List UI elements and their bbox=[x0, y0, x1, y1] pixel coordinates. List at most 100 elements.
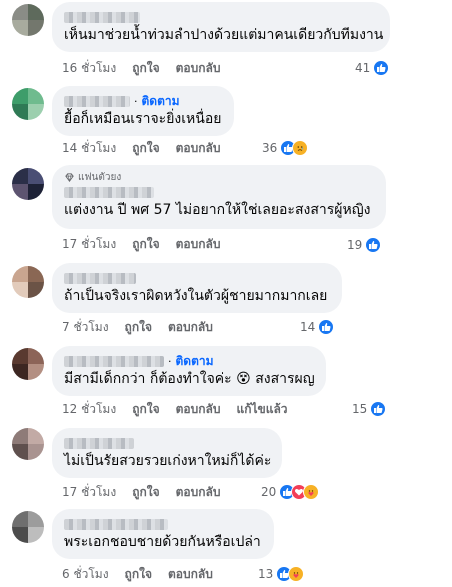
commenter-name-row[interactable] bbox=[64, 9, 378, 26]
comment-bubble: · ติดตาม มีสามีเด็กกว่า ก็ต้องทำใจค่ะ 😵 … bbox=[52, 346, 326, 396]
reaction-icons bbox=[280, 140, 309, 156]
diamond-icon bbox=[65, 173, 74, 182]
comment-text: ถ้าเป็นจริงเราผิดหวังในตัวผู้ชายมากมากเล… bbox=[64, 288, 328, 304]
reaction-icons bbox=[373, 60, 390, 76]
like-link[interactable]: ถูกใจ bbox=[125, 565, 152, 584]
reaction-count: 15 bbox=[352, 402, 368, 416]
reaction-count: 20 bbox=[261, 485, 277, 499]
reaction-summary[interactable]: 20 bbox=[261, 483, 320, 501]
avatar-pixel bbox=[28, 527, 44, 543]
reaction-count: 14 bbox=[300, 320, 316, 334]
avatar-pixel bbox=[28, 364, 44, 380]
avatar-pixel bbox=[12, 20, 28, 36]
avatar[interactable] bbox=[12, 428, 44, 460]
commenter-name-redacted[interactable] bbox=[64, 519, 168, 530]
commenter-name-redacted[interactable] bbox=[64, 187, 154, 198]
avatar[interactable] bbox=[12, 266, 44, 298]
reply-link[interactable]: ตอบกลับ bbox=[176, 483, 221, 502]
avatar-pixel bbox=[28, 168, 44, 184]
comment-actions: 12 ชั่วโมง ถูกใจ ตอบกลับ แก้ไขแล้ว bbox=[62, 401, 288, 417]
sad-reaction-icon bbox=[292, 140, 309, 156]
comment-time[interactable]: 7 ชั่วโมง bbox=[62, 318, 109, 337]
commenter-name-redacted[interactable] bbox=[64, 356, 164, 367]
comment-time[interactable]: 14 ชั่วโมง bbox=[62, 139, 116, 158]
reply-link[interactable]: ตอบกลับ bbox=[176, 59, 221, 78]
reply-link[interactable]: ตอบกลับ bbox=[168, 318, 213, 337]
avatar-pixel bbox=[28, 428, 44, 444]
reaction-summary[interactable]: 15 bbox=[352, 400, 387, 418]
reply-link[interactable]: ตอบกลับ bbox=[176, 235, 221, 254]
commenter-name-row[interactable]: · ติดตาม bbox=[64, 93, 222, 110]
comment-time[interactable]: 16 ชั่วโมง bbox=[62, 59, 116, 78]
commenter-name-redacted[interactable] bbox=[64, 96, 130, 107]
comment-time[interactable]: 6 ชั่วโมง bbox=[62, 565, 109, 584]
reaction-count: 36 bbox=[262, 141, 278, 155]
avatar-pixel bbox=[12, 4, 28, 20]
avatar-pixel bbox=[12, 104, 28, 120]
comment-text: ยื้อก็เหมือนเราจะยิ่งเหนื่อย bbox=[64, 111, 222, 127]
comment-time[interactable]: 17 ชั่วโมง bbox=[62, 483, 116, 502]
reaction-count: 41 bbox=[355, 61, 371, 75]
commenter-name-row[interactable] bbox=[64, 184, 374, 201]
comment-actions: 7 ชั่วโมง ถูกใจ ตอบกลับ bbox=[62, 319, 213, 335]
avatar[interactable] bbox=[12, 4, 44, 36]
comment-bubble: แฟนตัวยง แต่งงาน ปี พศ 57 ไม่อยากให้ใช่เ… bbox=[52, 165, 386, 229]
avatar[interactable] bbox=[12, 168, 44, 200]
commenter-name-row[interactable]: · ติดตาม bbox=[64, 353, 314, 370]
avatar-pixel bbox=[12, 282, 28, 298]
comment-bubble: ไม่เป็นรัยสวยรวยเก่งหาใหม่ก็ได้ค่ะ bbox=[52, 428, 282, 478]
reaction-summary[interactable]: 41 bbox=[355, 59, 390, 77]
avatar-pixel bbox=[28, 88, 44, 104]
reaction-icons bbox=[318, 319, 335, 335]
commenter-name-row[interactable] bbox=[64, 270, 330, 287]
avatar-pixel bbox=[12, 168, 28, 184]
avatar-pixel bbox=[28, 348, 44, 364]
comment-bubble: ถ้าเป็นจริงเราผิดหวังในตัวผู้ชายมากมากเล… bbox=[52, 263, 342, 313]
comment-bubble: เห็นมาช่วยน้ำท่วมลำปางด้วยแต่มาคนเดียวกั… bbox=[52, 2, 390, 52]
avatar-pixel bbox=[12, 348, 28, 364]
avatar[interactable] bbox=[12, 348, 44, 380]
top-fan-label: แฟนตัวยง bbox=[78, 172, 122, 183]
reaction-summary[interactable]: 36 bbox=[262, 139, 309, 157]
reply-link[interactable]: ตอบกลับ bbox=[176, 139, 221, 158]
like-link[interactable]: ถูกใจ bbox=[125, 318, 152, 337]
like-link[interactable]: ถูกใจ bbox=[132, 139, 159, 158]
avatar-pixel bbox=[28, 4, 44, 20]
follow-button[interactable]: ติดตาม bbox=[176, 352, 214, 371]
reaction-summary[interactable]: 13 bbox=[258, 565, 305, 583]
like-reaction-icon bbox=[365, 237, 382, 253]
avatar[interactable] bbox=[12, 88, 44, 120]
comment-text: แต่งงาน ปี พศ 57 ไม่อยากให้ใช่เลยอะสงสาร… bbox=[64, 202, 371, 218]
avatar-pixel bbox=[28, 266, 44, 282]
comment-actions: 6 ชั่วโมง ถูกใจ ตอบกลับ bbox=[62, 566, 213, 582]
care-reaction-icon bbox=[303, 484, 320, 500]
avatar-pixel bbox=[28, 511, 44, 527]
comment-bubble: พระเอกชอบชายด้วยกันหรือเปล่า bbox=[52, 509, 274, 559]
comment-actions: 17 ชั่วโมง ถูกใจ ตอบกลับ bbox=[62, 484, 220, 500]
comment-time[interactable]: 17 ชั่วโมง bbox=[62, 235, 116, 254]
like-link[interactable]: ถูกใจ bbox=[132, 235, 159, 254]
avatar-pixel bbox=[12, 511, 28, 527]
like-link[interactable]: ถูกใจ bbox=[132, 483, 159, 502]
reaction-summary[interactable]: 14 bbox=[300, 318, 335, 336]
avatar[interactable] bbox=[12, 511, 44, 543]
reply-link[interactable]: ตอบกลับ bbox=[176, 400, 221, 419]
like-reaction-icon bbox=[318, 319, 335, 335]
comment-actions: 14 ชั่วโมง ถูกใจ ตอบกลับ bbox=[62, 140, 220, 156]
reply-link[interactable]: ตอบกลับ bbox=[168, 565, 213, 584]
follow-button[interactable]: ติดตาม bbox=[142, 92, 180, 111]
reaction-summary[interactable]: 19 bbox=[347, 236, 382, 254]
comment-bubble: · ติดตาม ยื้อก็เหมือนเราจะยิ่งเหนื่อย bbox=[52, 86, 234, 136]
commenter-name-redacted[interactable] bbox=[64, 438, 134, 449]
comment-time[interactable]: 12 ชั่วโมง bbox=[62, 400, 116, 419]
comment-text: ไม่เป็นรัยสวยรวยเก่งหาใหม่ก็ได้ค่ะ bbox=[64, 453, 272, 469]
commenter-name-redacted[interactable] bbox=[64, 273, 136, 284]
commenter-name-row[interactable] bbox=[64, 516, 262, 533]
like-reaction-icon bbox=[373, 60, 390, 76]
like-link[interactable]: ถูกใจ bbox=[132, 59, 159, 78]
like-link[interactable]: ถูกใจ bbox=[132, 400, 159, 419]
avatar-pixel bbox=[12, 266, 28, 282]
edited-label[interactable]: แก้ไขแล้ว bbox=[236, 400, 287, 419]
commenter-name-redacted[interactable] bbox=[64, 12, 140, 23]
commenter-name-row[interactable] bbox=[64, 435, 270, 452]
